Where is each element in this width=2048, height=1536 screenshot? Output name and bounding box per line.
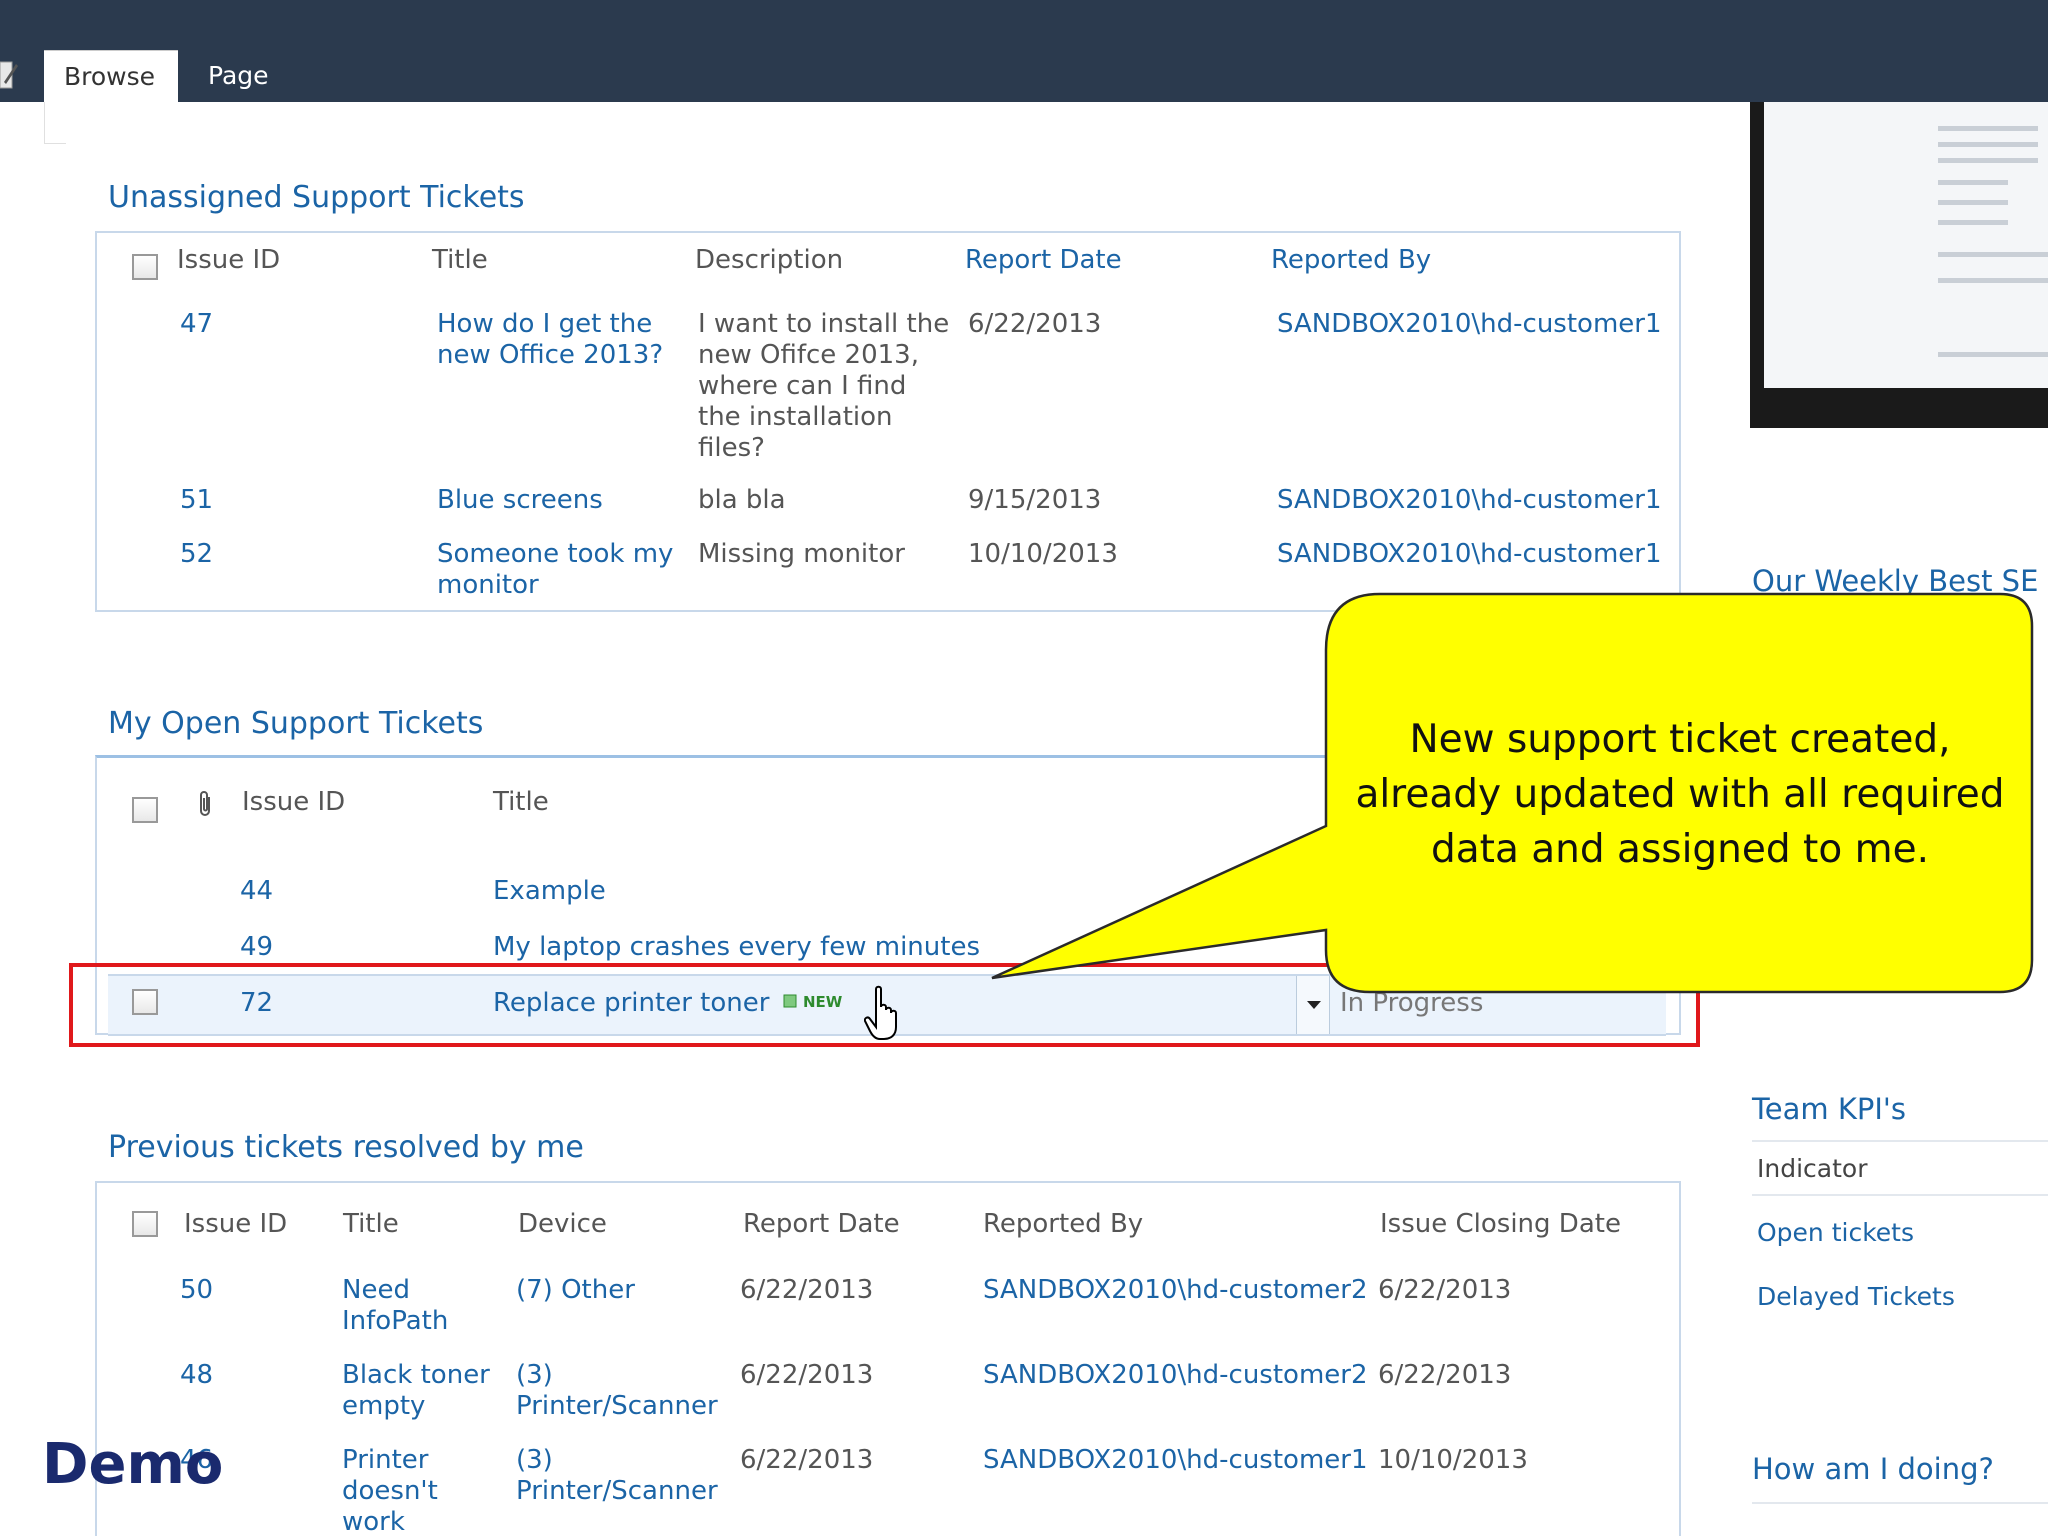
thumbnail-line	[1938, 126, 2038, 131]
how-am-i-doing-title[interactable]: How am I doing?	[1752, 1452, 1994, 1486]
select-all-checkbox[interactable]	[132, 797, 158, 823]
reported-by-link[interactable]: SANDBOX2010\hd-customer1	[1277, 309, 1662, 340]
column-header-report-date[interactable]: Report Date	[743, 1209, 900, 1240]
callout-line: New support ticket created,	[1409, 717, 1951, 762]
kpi-header-indicator: Indicator	[1757, 1154, 1868, 1183]
section-divider	[1752, 1140, 2048, 1142]
open-section-title[interactable]: My Open Support Tickets	[108, 706, 483, 741]
report-date: 10/10/2013	[968, 539, 1118, 569]
thumbnail-line	[1938, 252, 2048, 257]
thumbnail-line	[1938, 278, 2048, 283]
issue-id[interactable]: 44	[240, 876, 273, 907]
issue-id[interactable]: 48	[180, 1360, 213, 1391]
reported-by-link[interactable]: SANDBOX2010\hd-customer1	[1277, 539, 1662, 570]
issue-id[interactable]: 49	[240, 932, 273, 963]
highlight-frame	[69, 963, 1700, 1047]
weekly-best-title[interactable]: Our Weekly Best SE	[1752, 564, 2038, 598]
section-divider	[1752, 1194, 2048, 1196]
ticket-title-link[interactable]: My laptop crashes every few minutes	[493, 932, 980, 963]
kpi-delayed-tickets-link[interactable]: Delayed Tickets	[1757, 1282, 1955, 1311]
ticket-title-link[interactable]: How do I get the new Office 2013?	[437, 309, 663, 371]
issue-id[interactable]: 47	[180, 309, 213, 340]
column-header-description[interactable]: Description	[695, 245, 843, 276]
select-all-checkbox[interactable]	[132, 1211, 158, 1237]
ticket-title-link[interactable]: Black toner empty	[342, 1360, 490, 1422]
device-value[interactable]: (3) Printer/Scanner	[516, 1360, 718, 1422]
column-header-title[interactable]: Title	[343, 1209, 399, 1240]
column-header-closing-date[interactable]: Issue Closing Date	[1380, 1209, 1621, 1240]
column-header-issue-id[interactable]: Issue ID	[184, 1209, 287, 1240]
report-date: 6/22/2013	[740, 1445, 874, 1475]
ticket-title-link[interactable]: Printer doesn't work	[342, 1445, 438, 1536]
tab-browse[interactable]: Browse	[44, 50, 178, 102]
report-date: 6/22/2013	[968, 309, 1102, 339]
report-date: 6/22/2013	[740, 1360, 874, 1390]
reported-by-link[interactable]: SANDBOX2010\hd-customer2	[983, 1360, 1368, 1391]
tab-border	[44, 102, 66, 144]
ribbon-bar	[0, 0, 2048, 102]
team-kpi-title[interactable]: Team KPI's	[1752, 1092, 1906, 1126]
ticket-title-link[interactable]: Someone took my monitor	[437, 539, 673, 601]
thumbnail-line	[1938, 158, 2038, 163]
thumbnail-line	[1938, 180, 2008, 185]
callout-line: already updated with all required	[1355, 772, 2005, 817]
column-header-reported-by[interactable]: Reported By	[983, 1209, 1143, 1240]
unassigned-section-title[interactable]: Unassigned Support Tickets	[108, 180, 525, 215]
column-header-issue-id[interactable]: Issue ID	[242, 787, 345, 818]
device-value[interactable]: (3) Printer/Scanner	[516, 1445, 718, 1507]
closing-date: 6/22/2013	[1378, 1360, 1512, 1390]
closing-date: 6/22/2013	[1378, 1275, 1512, 1305]
thumbnail-screen	[1764, 102, 2048, 388]
issue-id[interactable]: 50	[180, 1275, 213, 1306]
edit-icon[interactable]	[0, 58, 18, 92]
column-header-title[interactable]: Title	[493, 787, 549, 818]
reported-by-link[interactable]: SANDBOX2010\hd-customer1	[983, 1445, 1368, 1476]
attachment-icon	[200, 791, 210, 816]
reported-by-link[interactable]: SANDBOX2010\hd-customer2	[983, 1275, 1368, 1306]
ticket-description: bla bla	[698, 485, 786, 515]
report-date: 9/15/2013	[968, 485, 1102, 515]
column-header-title[interactable]: Title	[432, 245, 488, 276]
ticket-title-link[interactable]: Need InfoPath	[342, 1275, 448, 1337]
column-header-device[interactable]: Device	[518, 1209, 607, 1240]
thumbnail-line	[1938, 200, 2008, 205]
issue-id[interactable]: 51	[180, 485, 213, 516]
closing-date: 10/10/2013	[1378, 1445, 1528, 1475]
ticket-description: Missing monitor	[698, 539, 905, 569]
report-date: 6/22/2013	[740, 1275, 874, 1305]
kpi-open-tickets-link[interactable]: Open tickets	[1757, 1218, 1914, 1247]
thumbnail-line	[1938, 142, 2038, 147]
section-divider	[1752, 1502, 2048, 1504]
video-thumbnail[interactable]	[1750, 102, 2048, 428]
select-all-checkbox[interactable]	[132, 254, 158, 280]
ticket-title-link[interactable]: Example	[493, 876, 606, 907]
ticket-title-link[interactable]: Blue screens	[437, 485, 603, 516]
column-header-report-date[interactable]: Report Date	[965, 245, 1122, 276]
issue-id[interactable]: 52	[180, 539, 213, 570]
callout-text: New support ticket created, already upda…	[1330, 712, 2030, 877]
column-header-issue-id[interactable]: Issue ID	[177, 245, 280, 276]
thumbnail-line	[1938, 220, 2008, 225]
device-value[interactable]: (7) Other	[516, 1275, 635, 1306]
demo-label: Demo	[42, 1432, 224, 1497]
callout-line: data and assigned to me.	[1431, 827, 1929, 872]
reported-by-link[interactable]: SANDBOX2010\hd-customer1	[1277, 485, 1662, 516]
column-header-reported-by[interactable]: Reported By	[1271, 245, 1431, 276]
ticket-description: I want to install the new Ofifce 2013, w…	[698, 309, 950, 463]
tab-page[interactable]: Page	[188, 50, 289, 102]
thumbnail-line	[1938, 352, 2048, 357]
resolved-section-title[interactable]: Previous tickets resolved by me	[108, 1130, 584, 1165]
